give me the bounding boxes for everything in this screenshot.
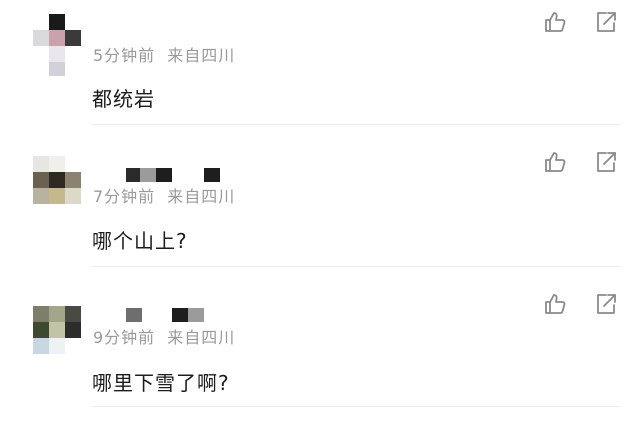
avatar[interactable] [33,156,81,204]
divider [92,266,620,267]
comment-item: 9分钟前 来自四川 哪里下雪了啊? [0,282,640,422]
avatar[interactable] [33,306,81,354]
avatar[interactable] [33,14,81,62]
divider [92,124,620,125]
username-redacted[interactable] [126,168,222,184]
thumbs-up-icon[interactable] [543,292,567,316]
comment-meta: 5分钟前 来自四川 [93,42,235,66]
comment-location: 来自四川 [167,328,236,347]
share-icon[interactable] [594,10,618,34]
username-redacted[interactable] [126,308,222,324]
thumbs-up-icon[interactable] [543,10,567,34]
comment-time: 7分钟前 [93,187,156,206]
thumbs-up-icon[interactable] [543,150,567,174]
comment-location: 来自四川 [167,187,236,206]
comment-meta: 7分钟前 来自四川 [93,183,235,207]
comment-time: 9分钟前 [93,328,156,347]
avatar-extra-pixel [49,62,65,76]
comment-text: 都统岩 [92,87,155,111]
comment-text: 哪里下雪了啊? [92,371,230,395]
share-icon[interactable] [594,150,618,174]
divider [92,406,620,407]
comment-item: 5分钟前 来自四川 都统岩 [0,0,640,140]
comment-time: 5分钟前 [93,46,156,65]
comment-meta: 9分钟前 来自四川 [93,324,235,348]
comment-item: 7分钟前 来自四川 哪个山上? [0,140,640,280]
share-icon[interactable] [594,292,618,316]
comment-location: 来自四川 [167,46,236,65]
comment-text: 哪个山上? [92,229,188,253]
